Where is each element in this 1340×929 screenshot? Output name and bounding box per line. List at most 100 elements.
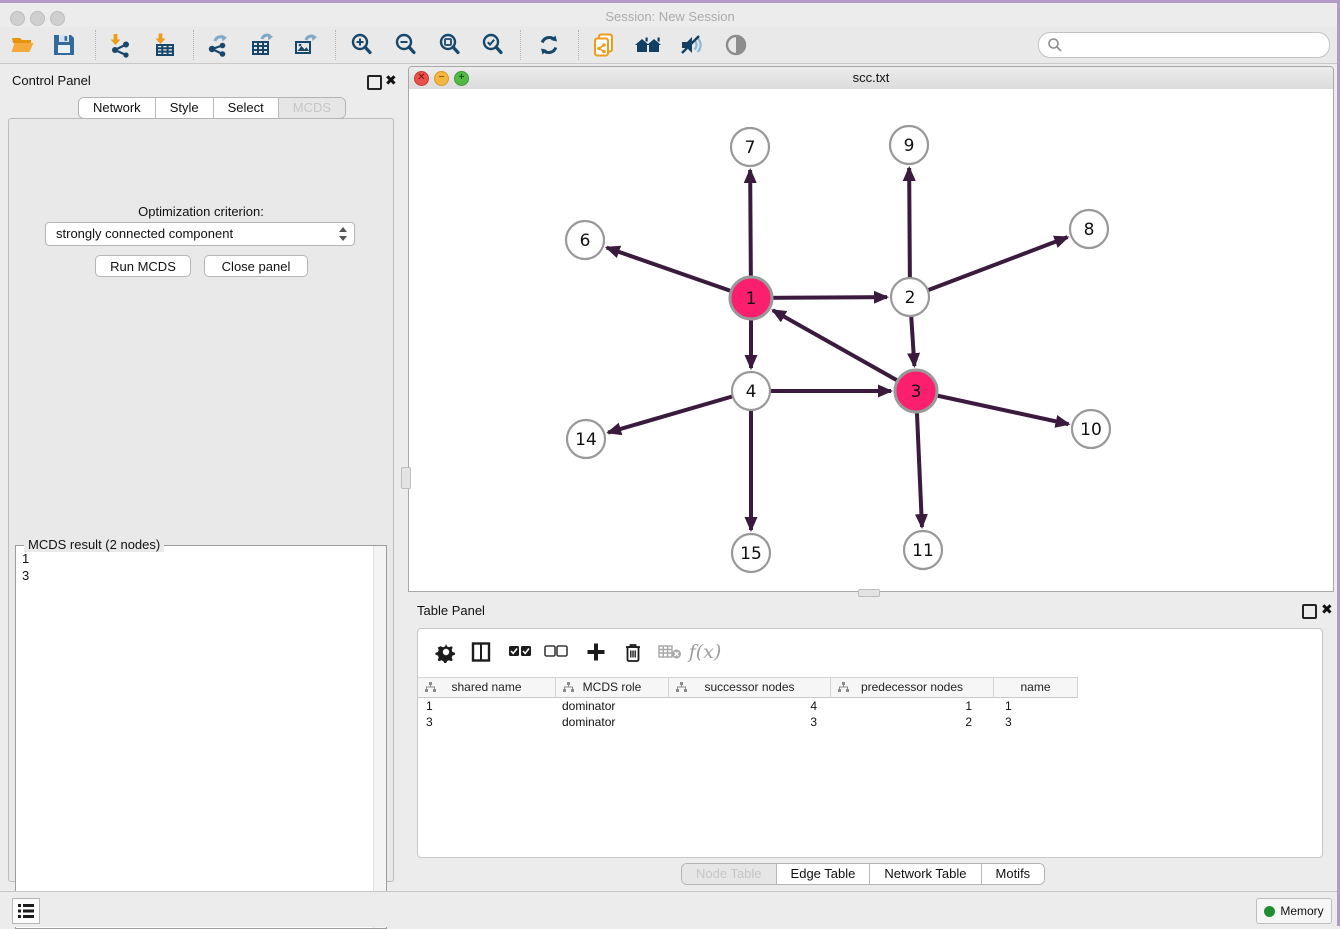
table-header-row: shared name MCDS role successor nodes pr… <box>418 677 1322 698</box>
graph-edge-3-10[interactable] <box>916 391 1069 424</box>
plus-icon <box>586 642 606 662</box>
graph-edge-3-1[interactable] <box>773 310 916 391</box>
mcds-panel-body: Optimization criterion: strongly connect… <box>8 118 394 882</box>
table-row[interactable]: 3 dominator 3 2 3 <box>418 714 1322 730</box>
bird-eye-view-button[interactable] <box>719 29 753 61</box>
function-builder-button[interactable]: f(x) <box>690 637 720 667</box>
column-label: MCDS role <box>583 680 642 694</box>
node-table-card: f(x) shared name MCDS role successor nod… <box>417 628 1323 858</box>
gear-icon <box>435 641 457 663</box>
close-table-panel-icon[interactable]: ✖ <box>1321 603 1333 616</box>
cell-shared-name[interactable]: 1 <box>418 698 556 714</box>
network-window-titlebar[interactable]: ✕ − + scc.txt <box>409 67 1333 90</box>
column-header-mcds-role[interactable]: MCDS role <box>556 677 669 698</box>
cell-mcds-role[interactable]: dominator <box>556 698 669 714</box>
add-column-button[interactable] <box>581 637 611 667</box>
close-panel-button[interactable]: Close panel <box>204 255 308 277</box>
network-canvas[interactable]: 7968124314101511 <box>409 89 1333 591</box>
home-button[interactable] <box>631 29 665 61</box>
cell-predecessor-nodes[interactable]: 1 <box>831 698 994 714</box>
float-panel-icon[interactable] <box>367 75 382 90</box>
column-type-icon <box>563 682 574 693</box>
search-field[interactable] <box>1038 32 1330 58</box>
graph-edge-1-6[interactable] <box>607 248 751 298</box>
float-table-panel-icon[interactable] <box>1302 604 1317 619</box>
close-panel-icon[interactable]: ✖ <box>385 74 397 87</box>
zoom-in-button[interactable] <box>345 29 379 61</box>
column-header-shared-name[interactable]: shared name <box>418 677 556 698</box>
dropdown-stepper-icon <box>338 226 347 242</box>
cell-successor-nodes[interactable]: 4 <box>669 698 831 714</box>
zoom-selected-button[interactable] <box>476 29 510 61</box>
toolbar-separator <box>193 30 194 60</box>
delete-column-button[interactable] <box>618 637 648 667</box>
import-network-button[interactable] <box>103 29 137 61</box>
open-session-button[interactable] <box>6 29 40 61</box>
toolbar-separator <box>578 30 579 60</box>
result-scrollbar[interactable] <box>373 546 386 928</box>
delete-table-icon <box>658 644 682 660</box>
tab-edge-table[interactable]: Edge Table <box>777 864 871 884</box>
graph-edge-4-14[interactable] <box>608 391 751 433</box>
table-tabs: Node Table Edge Table Network Table Moti… <box>681 863 1045 885</box>
tab-motifs[interactable]: Motifs <box>982 864 1045 884</box>
select-all-rows-button[interactable] <box>505 637 535 667</box>
cell-shared-name[interactable]: 3 <box>418 714 556 730</box>
table-settings-button[interactable] <box>431 637 461 667</box>
open-folder-icon <box>10 32 36 58</box>
zoom-fit-button[interactable] <box>433 29 467 61</box>
tab-style[interactable]: Style <box>156 98 214 118</box>
hide-details-button[interactable] <box>674 29 708 61</box>
column-label: name <box>1020 680 1050 694</box>
deselect-all-rows-button[interactable] <box>541 637 571 667</box>
column-header-predecessor-nodes[interactable]: predecessor nodes <box>831 677 994 698</box>
export-network-button[interactable] <box>201 29 235 61</box>
task-history-button[interactable] <box>12 898 40 924</box>
run-mcds-button[interactable]: Run MCDS <box>95 255 191 277</box>
show-columns-button[interactable] <box>466 637 496 667</box>
tab-select[interactable]: Select <box>214 98 279 118</box>
apply-layout-button[interactable] <box>532 29 566 61</box>
splitter-grip-horizontal[interactable] <box>858 589 880 597</box>
tab-network-table[interactable]: Network Table <box>870 864 981 884</box>
criterion-value: strongly connected component <box>56 226 233 241</box>
header-filler <box>1078 677 1322 696</box>
export-image-button[interactable] <box>288 29 322 61</box>
save-session-button[interactable] <box>47 29 81 61</box>
delete-table-button[interactable] <box>655 637 685 667</box>
clone-network-button[interactable] <box>587 29 621 61</box>
zoom-out-button[interactable] <box>389 29 423 61</box>
tab-mcds[interactable]: MCDS <box>279 98 345 118</box>
criterion-dropdown[interactable]: strongly connected component <box>45 222 355 246</box>
graph-edge-2-8[interactable] <box>910 237 1067 297</box>
column-header-name[interactable]: name <box>994 677 1078 698</box>
cell-name[interactable]: 3 <box>994 714 1078 730</box>
table-panel: Table Panel ✖ <box>408 597 1334 889</box>
column-type-icon <box>425 682 436 693</box>
export-table-button[interactable] <box>245 29 279 61</box>
table-row[interactable]: 1 dominator 4 1 1 <box>418 698 1322 714</box>
cell-name[interactable]: 1 <box>994 698 1078 714</box>
eye-icon <box>722 32 750 58</box>
tab-network[interactable]: Network <box>79 98 156 118</box>
zoom-in-icon <box>349 32 375 58</box>
import-table-icon <box>152 32 178 58</box>
table-panel-title: Table Panel <box>417 603 485 618</box>
clone-network-icon <box>591 32 617 58</box>
search-input[interactable] <box>1067 35 1321 55</box>
graph-node-label: 10 <box>1080 420 1102 440</box>
column-header-successor-nodes[interactable]: successor nodes <box>669 677 831 698</box>
splitter-grip-vertical[interactable] <box>401 467 411 489</box>
cell-predecessor-nodes[interactable]: 2 <box>831 714 994 730</box>
import-table-button[interactable] <box>148 29 182 61</box>
graph-node-label: 1 <box>746 289 757 309</box>
checked-boxes-icon <box>508 645 532 659</box>
fx-icon: f(x) <box>689 641 722 663</box>
tab-node-table[interactable]: Node Table <box>682 864 777 884</box>
cell-mcds-role[interactable]: dominator <box>556 714 669 730</box>
network-graph[interactable]: 7968124314101511 <box>409 89 1333 591</box>
cell-filler <box>1078 714 1322 730</box>
graph-node-label: 4 <box>746 382 757 402</box>
memory-button[interactable]: Memory <box>1256 898 1332 924</box>
cell-successor-nodes[interactable]: 3 <box>669 714 831 730</box>
